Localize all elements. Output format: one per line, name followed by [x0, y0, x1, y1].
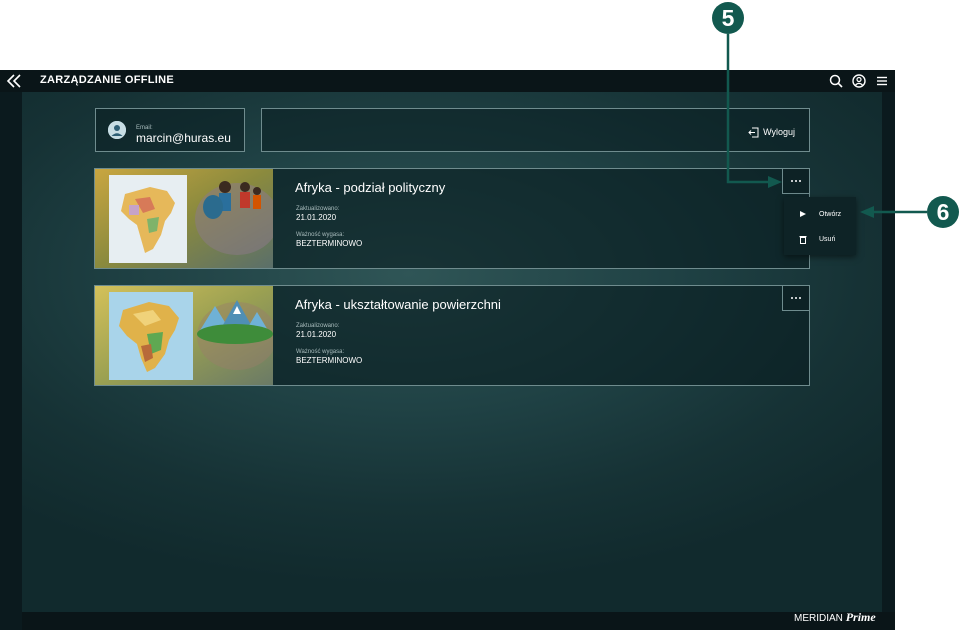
updated-value: 21.01.2020	[296, 330, 337, 339]
more-icon	[791, 297, 801, 299]
brand-logo: MERIDIAN Prime	[794, 610, 876, 625]
more-options-button[interactable]	[782, 285, 810, 311]
play-icon	[800, 211, 806, 217]
logout-button[interactable]: Wyloguj	[748, 125, 795, 139]
menu-icon[interactable]	[874, 73, 890, 89]
trash-icon	[799, 235, 807, 244]
updated-label: Zaktualizowano:	[296, 206, 340, 212]
thumbnail-physical-map	[95, 286, 273, 385]
offline-item-card[interactable]: Afryka - ukształtowanie powierzchni Zakt…	[94, 285, 810, 386]
callout-5: 5	[712, 2, 744, 34]
back-icon[interactable]	[5, 73, 23, 89]
updated-value: 21.01.2020	[296, 213, 337, 222]
expiry-value: BEZTERMINOWO	[296, 239, 363, 248]
menu-item-delete-label: Usuń	[819, 235, 836, 243]
logout-panel: Wyloguj	[261, 108, 810, 152]
expiry-label: Ważność wygasa:	[296, 232, 345, 238]
top-bar: ZARZĄDZANIE OFFLINE	[0, 70, 895, 92]
item-title: Afryka - ukształtowanie powierzchni	[295, 297, 501, 312]
brand-name: MERIDIAN	[794, 613, 843, 624]
brand-suffix: Prime	[845, 610, 876, 624]
item-title: Afryka - podział polityczny	[295, 180, 446, 195]
callout-6: 6	[927, 196, 959, 228]
email-value: marcin@huras.eu	[136, 131, 231, 145]
expiry-label: Ważność wygasa:	[296, 349, 345, 355]
menu-item-open-label: Otwórz	[819, 210, 842, 218]
search-icon[interactable]	[828, 73, 844, 89]
offline-item-card[interactable]: Afryka - podział polityczny Zaktualizowa…	[94, 168, 810, 269]
menu-item-delete[interactable]: Usuń	[784, 228, 856, 250]
thumbnail-political-map	[95, 169, 273, 268]
bottom-bar	[22, 612, 895, 630]
updated-label: Zaktualizowano:	[296, 323, 340, 329]
context-menu: Otwórz Usuń	[784, 197, 856, 255]
account-panel: Email: marcin@huras.eu	[95, 108, 245, 152]
expiry-value: BEZTERMINOWO	[296, 356, 363, 365]
avatar	[108, 121, 126, 139]
page-title: ZARZĄDZANIE OFFLINE	[40, 74, 175, 86]
more-icon	[791, 180, 801, 182]
logout-icon	[748, 127, 759, 137]
logout-label: Wyloguj	[763, 127, 795, 137]
menu-item-open[interactable]: Otwórz	[784, 203, 856, 225]
avatar-icon	[108, 121, 126, 139]
user-icon[interactable]	[851, 73, 867, 89]
more-options-button[interactable]	[782, 168, 810, 194]
